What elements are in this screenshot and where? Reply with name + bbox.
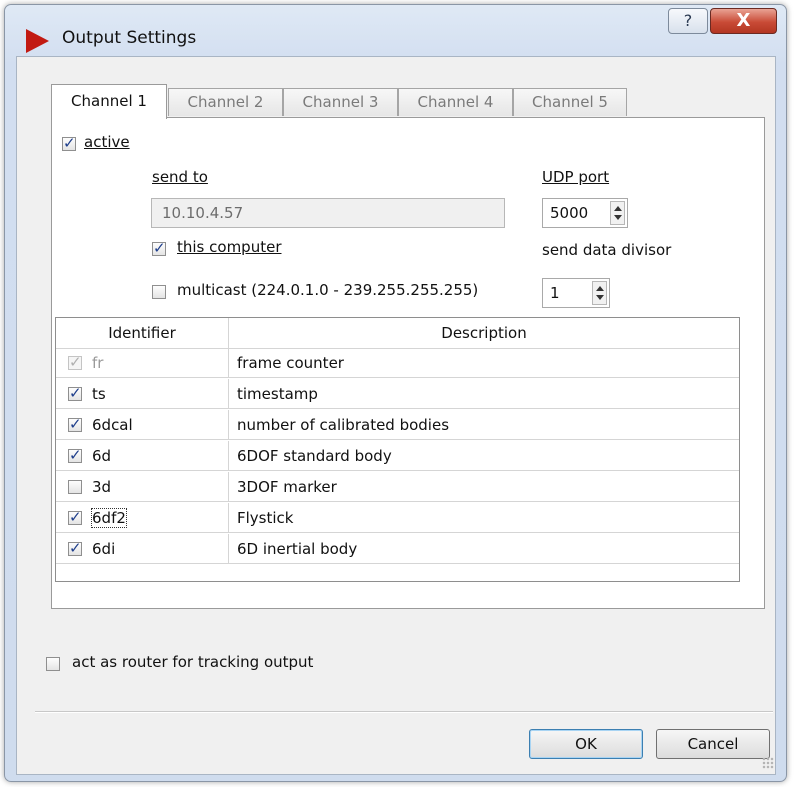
active-label: active — [84, 133, 130, 151]
active-checkbox[interactable] — [62, 134, 76, 152]
identifier-text: fr — [92, 354, 104, 372]
description-text: 6DOF standard body — [237, 447, 392, 465]
output-identifier-table: Identifier Description fr frame counter ts… — [55, 317, 740, 582]
output-settings-window: Output Settings ? X Channel 1 Channel 2 … — [4, 4, 787, 782]
identifier-text: ts — [92, 385, 106, 403]
table-row[interactable]: fr frame counter — [56, 348, 739, 378]
dialog-content: active send to 10.10.4.57 this computer … — [5, 5, 786, 781]
row-checkbox[interactable] — [68, 384, 82, 402]
cancel-button[interactable]: Cancel — [656, 729, 770, 759]
router-label: act as router for tracking output — [72, 653, 314, 671]
send-data-divisor-label: send data divisor — [542, 241, 672, 259]
table-row[interactable]: ts timestamp — [56, 379, 739, 409]
identifier-cell: ts — [56, 379, 229, 408]
row-checkbox[interactable] — [68, 539, 82, 557]
description-text: 3DOF marker — [237, 478, 337, 496]
multicast-checkbox[interactable] — [152, 285, 166, 299]
spin-down-icon[interactable] — [614, 215, 622, 220]
spin-down-icon[interactable] — [596, 295, 604, 300]
table-header: Identifier Description — [56, 318, 739, 349]
resize-grip-icon[interactable] — [762, 757, 774, 769]
description-text: frame counter — [237, 354, 344, 372]
udp-port-label: UDP port — [542, 168, 610, 186]
description-text: number of calibrated bodies — [237, 416, 450, 434]
udp-port-spinbox[interactable]: 5000 — [542, 198, 628, 228]
description-text: timestamp — [237, 385, 318, 403]
description-text: Flystick — [237, 509, 294, 527]
identifier-text: 6df2 — [91, 508, 127, 528]
router-checkbox[interactable] — [46, 657, 60, 671]
row-checkbox[interactable] — [68, 415, 82, 433]
udp-port-spin-arrows[interactable] — [610, 201, 625, 225]
footer-divider — [35, 711, 773, 713]
divisor-spin-arrows[interactable] — [592, 281, 607, 305]
identifier-cell: 6dcal — [56, 410, 229, 439]
table-row[interactable]: 6df2 Flystick — [56, 503, 739, 533]
ok-button[interactable]: OK — [529, 729, 643, 759]
description-column-header[interactable]: Description — [229, 318, 739, 348]
row-checkbox — [68, 353, 82, 371]
spin-up-icon[interactable] — [614, 206, 622, 211]
identifier-text: 6di — [92, 540, 116, 558]
identifier-text: 6dcal — [92, 416, 133, 434]
send-to-address-field[interactable]: 10.10.4.57 — [151, 198, 505, 228]
identifier-cell: fr — [56, 348, 229, 377]
send-to-label-text: send to — [152, 168, 208, 186]
udp-port-value: 5000 — [550, 204, 589, 222]
identifier-text: 3d — [92, 478, 112, 496]
identifier-cell: 6di — [56, 534, 229, 563]
this-computer-label: this computer — [177, 238, 282, 256]
this-computer-checkbox[interactable] — [152, 239, 166, 257]
identifier-cell: 6d — [56, 441, 229, 470]
identifier-cell: 3d — [56, 472, 229, 501]
identifier-text: 6d — [92, 447, 112, 465]
identifier-column-header[interactable]: Identifier — [56, 318, 229, 348]
table-row[interactable]: 3d 3DOF marker — [56, 472, 739, 502]
row-checkbox[interactable] — [68, 480, 82, 494]
identifier-cell: 6df2 — [56, 503, 229, 532]
description-text: 6D inertial body — [237, 540, 358, 558]
send-to-label: send to — [152, 168, 208, 186]
table-row[interactable]: 6di 6D inertial body — [56, 534, 739, 564]
row-checkbox[interactable] — [68, 508, 82, 526]
table-row[interactable]: 6d 6DOF standard body — [56, 441, 739, 471]
multicast-label: multicast (224.0.1.0 - 239.255.255.255) — [177, 281, 479, 299]
divisor-value: 1 — [550, 284, 560, 302]
send-data-divisor-spinbox[interactable]: 1 — [542, 278, 610, 308]
row-checkbox[interactable] — [68, 446, 82, 464]
table-row[interactable]: 6dcal number of calibrated bodies — [56, 410, 739, 440]
spin-up-icon[interactable] — [596, 286, 604, 291]
